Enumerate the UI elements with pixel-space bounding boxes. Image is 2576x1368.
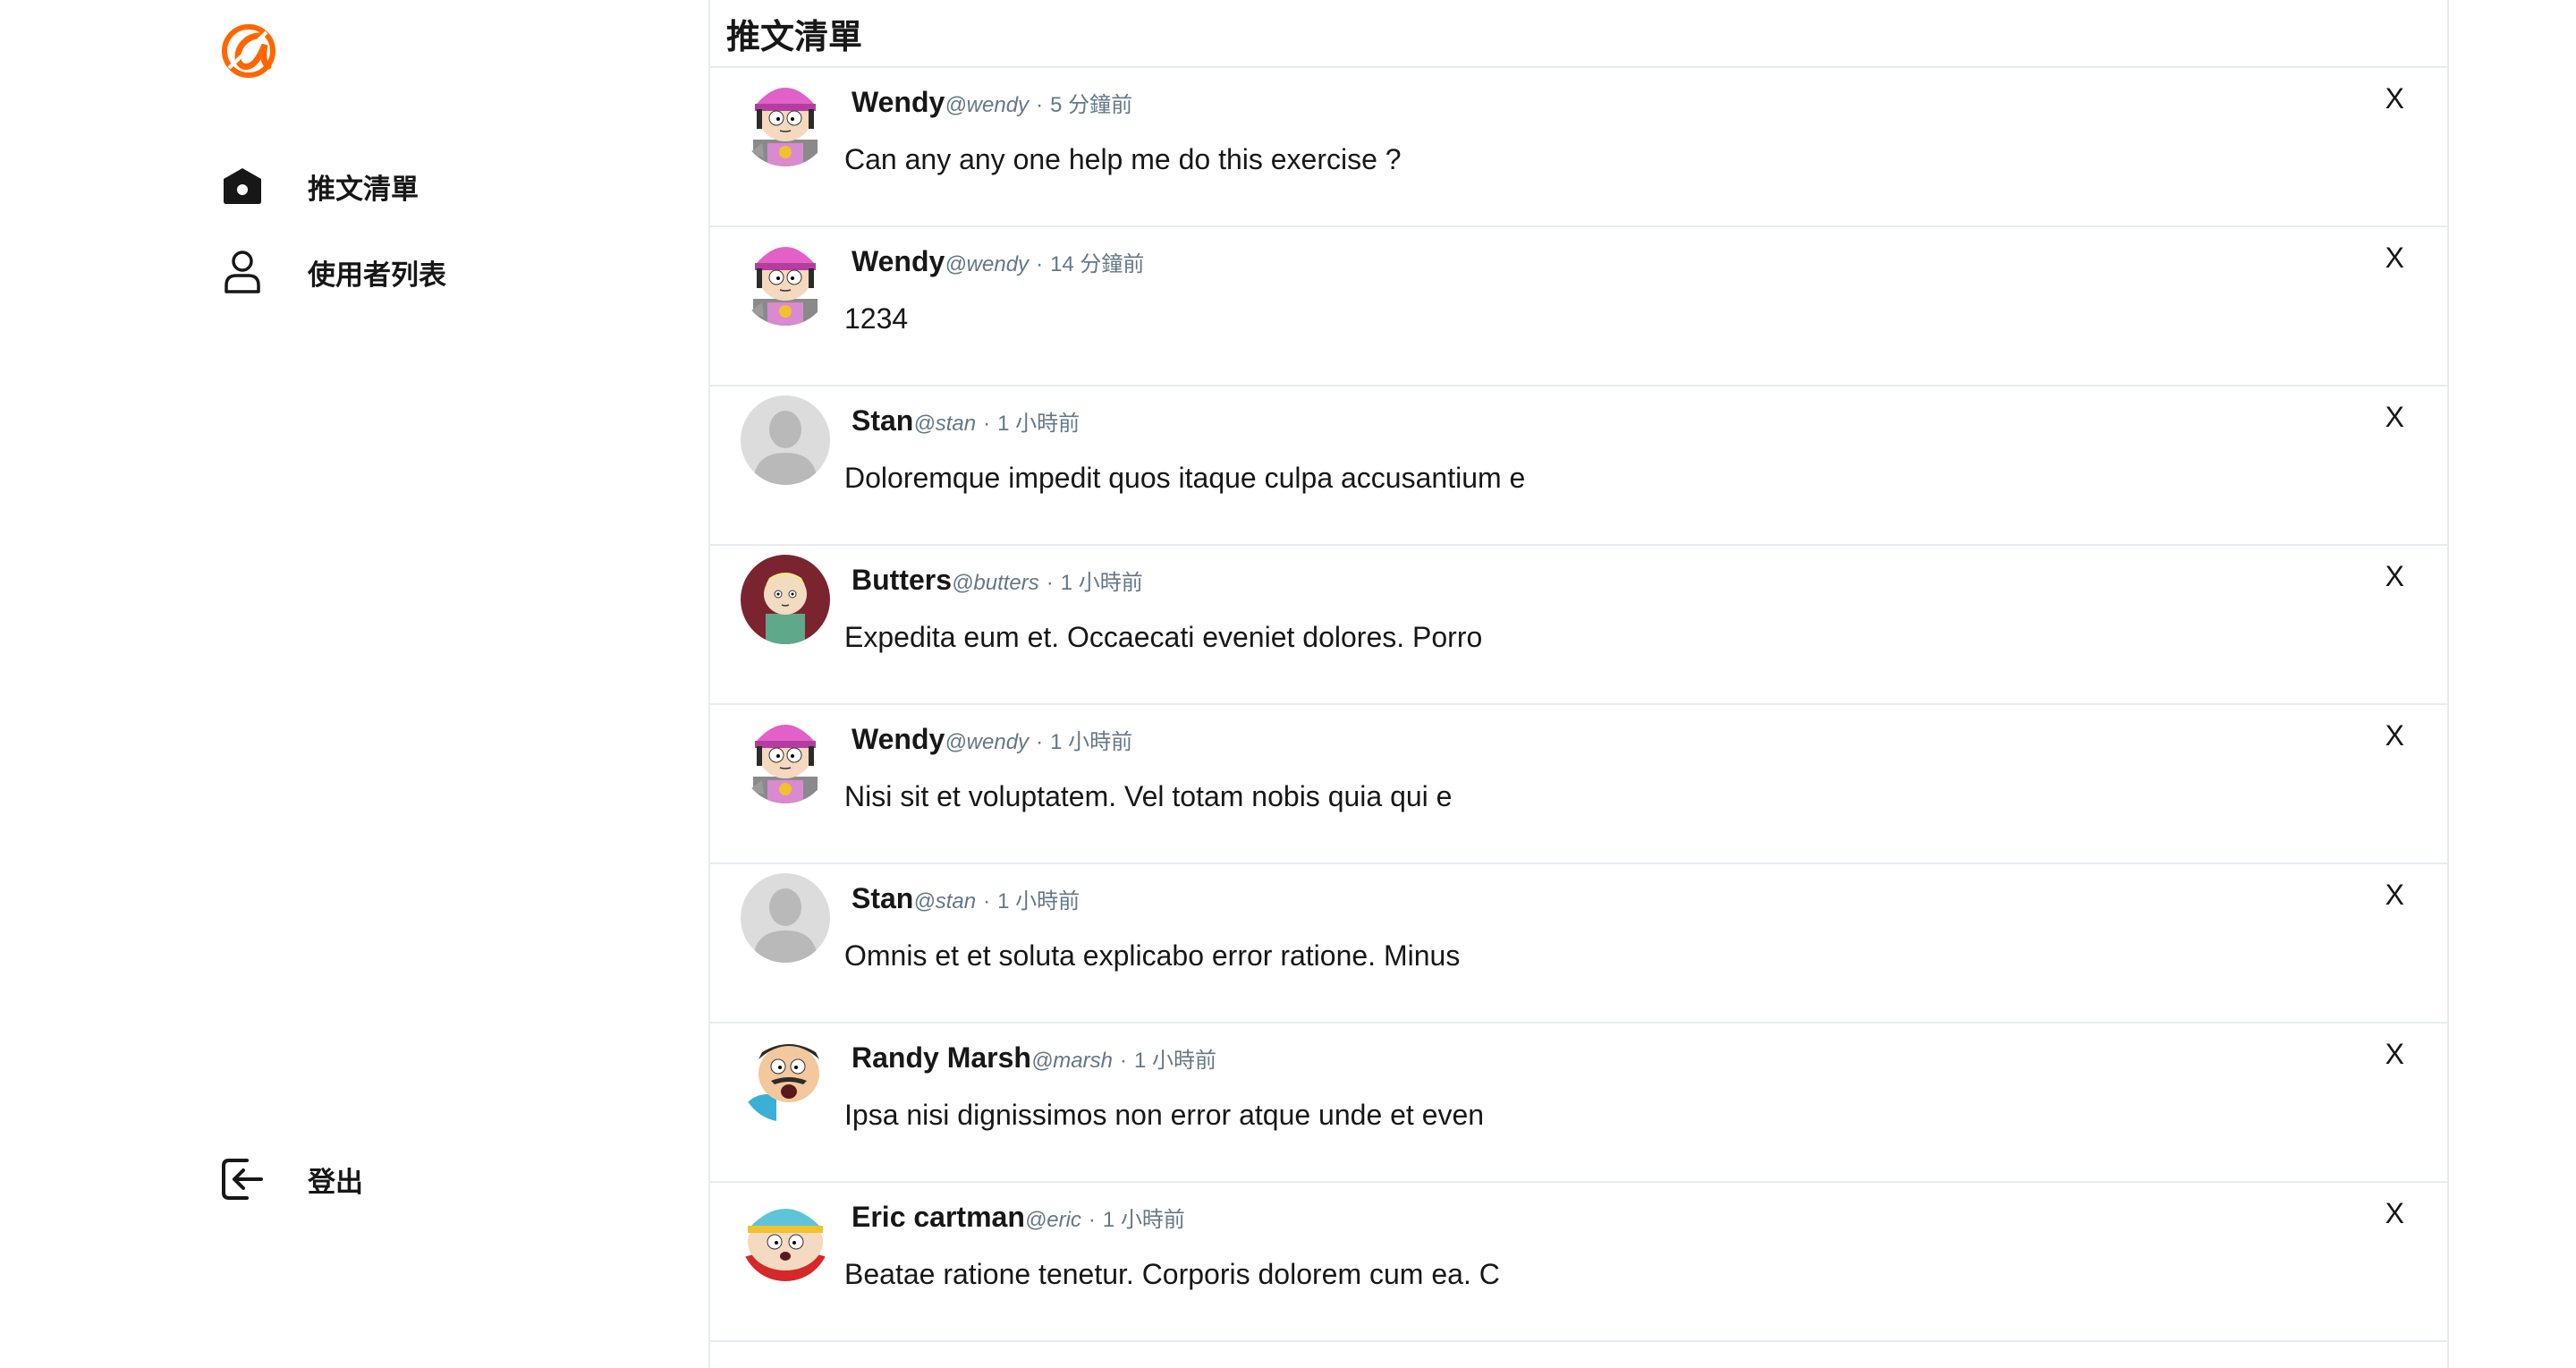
avatar[interactable] [741, 714, 830, 803]
tweet-item[interactable]: Butters @butters · 1 小時前 Expedita eum et. Oc… [710, 546, 2447, 705]
sidebar-item-tweets[interactable]: 推文清單 [220, 159, 419, 213]
delete-tweet-button[interactable]: X [2385, 242, 2404, 275]
user-name[interactable]: Stan [852, 404, 913, 438]
user-name[interactable]: Butters [852, 564, 952, 597]
meta-separator: · [983, 889, 991, 913]
meta-separator: · [1036, 93, 1044, 117]
avatar[interactable] [741, 236, 830, 326]
user-name[interactable]: Wendy [852, 723, 945, 756]
sidebar-item-label: 使用者列表 [308, 259, 446, 291]
user-handle: @stan [913, 412, 977, 436]
tweet-timestamp: 1 小時前 [1060, 571, 1143, 595]
meta-separator: · [983, 412, 991, 436]
tweet-meta: Randy Marsh @marsh · 1 小時前 [852, 1041, 1216, 1075]
tweet-text: Ipsa nisi dignissimos non error atque un… [844, 1099, 1485, 1131]
avatar[interactable] [741, 1192, 830, 1281]
meta-separator: · [1088, 1208, 1096, 1232]
tweet-item[interactable]: Wendy @wendy · 14 分鐘前 1234 X [710, 227, 2447, 387]
tweet-text: Doloremque impedit quos itaque culpa acc… [844, 462, 1526, 494]
delete-tweet-button[interactable]: X [2385, 560, 2404, 593]
tweet-timestamp: 1 小時前 [1133, 1049, 1216, 1073]
tweet-item[interactable]: Stan @stan · 1 小時前 Omnis et et soluta explic… [710, 864, 2447, 1024]
meta-separator: · [1046, 571, 1054, 595]
avatar[interactable] [741, 395, 830, 485]
tweet-meta: Wendy @wendy · 14 分鐘前 [852, 245, 1144, 278]
tweet-meta: Stan @stan · 1 小時前 [852, 882, 1080, 915]
sidebar-item-users[interactable]: 使用者列表 [220, 245, 446, 299]
tweet-text: 1234 [844, 302, 909, 335]
avatar[interactable] [741, 1032, 830, 1122]
tweet-item[interactable]: Wendy @wendy · 1 小時前 Nisi sit et voluptatem.… [710, 705, 2447, 864]
page-title: 推文清單 [726, 18, 863, 56]
avatar[interactable] [741, 77, 830, 166]
logout-label: 登出 [308, 1166, 363, 1198]
avatar[interactable] [741, 555, 830, 644]
meta-separator: · [1036, 730, 1044, 754]
user-handle: @wendy [945, 93, 1030, 117]
tweet-list-panel: 推文清單 Wendy @wendy · 5 分鐘前 Can any any one he… [708, 0, 2449, 1368]
tweet-list: Wendy @wendy · 5 分鐘前 Can any any one help me… [710, 68, 2447, 1342]
user-handle: @wendy [945, 252, 1030, 276]
home-icon [220, 164, 265, 208]
logout-icon [220, 1157, 265, 1202]
alpha-camp-logo[interactable] [222, 23, 275, 79]
tweet-item[interactable]: Randy Marsh @marsh · 1 小時前 Ipsa nisi digniss… [710, 1024, 2447, 1183]
tweet-text: Can any any one help me do this exercise… [844, 143, 1402, 175]
user-handle: @marsh [1030, 1049, 1113, 1073]
delete-tweet-button[interactable]: X [2385, 719, 2404, 752]
user-handle: @butters [952, 571, 1039, 595]
tweet-meta: Stan @stan · 1 小時前 [852, 404, 1080, 438]
avatar[interactable] [741, 873, 830, 963]
user-name[interactable]: Stan [852, 882, 913, 915]
app-root: 推文清單 使用者列表 登出 推文清單 Wendy @wendy · 5 分鐘前 … [0, 0, 2576, 1368]
user-name[interactable]: Wendy [852, 86, 945, 119]
user-handle: @wendy [945, 730, 1030, 754]
sidebar-item-label: 推文清單 [308, 173, 419, 205]
delete-tweet-button[interactable]: X [2385, 1197, 2404, 1230]
tweet-timestamp: 1 小時前 [1102, 1208, 1185, 1232]
meta-separator: · [1119, 1049, 1127, 1073]
tweet-timestamp: 1 小時前 [997, 412, 1080, 436]
tweet-meta: Wendy @wendy · 1 小時前 [852, 723, 1132, 756]
tweet-text: Beatae ratione tenetur. Corporis dolorem… [844, 1258, 1500, 1290]
user-handle: @eric [1024, 1208, 1081, 1232]
tweet-timestamp: 1 小時前 [1050, 730, 1133, 754]
delete-tweet-button[interactable]: X [2385, 1038, 2404, 1071]
tweet-meta: Butters @butters · 1 小時前 [852, 564, 1143, 597]
tweet-item[interactable]: Wendy @wendy · 5 分鐘前 Can any any one help me… [710, 68, 2447, 227]
page-header: 推文清單 [710, 0, 2447, 68]
user-icon [220, 250, 265, 294]
logout-button[interactable]: 登出 [220, 1152, 363, 1206]
delete-tweet-button[interactable]: X [2385, 401, 2404, 434]
tweet-timestamp: 14 分鐘前 [1050, 252, 1145, 276]
user-name[interactable]: Randy Marsh [852, 1041, 1031, 1075]
tweet-meta: Eric cartman @eric · 1 小時前 [852, 1201, 1185, 1234]
user-name[interactable]: Eric cartman [852, 1201, 1025, 1234]
tweet-timestamp: 1 小時前 [997, 889, 1080, 913]
delete-tweet-button[interactable]: X [2385, 879, 2404, 912]
user-name[interactable]: Wendy [852, 245, 945, 278]
tweet-item[interactable]: Stan @stan · 1 小時前 Doloremque impedit quos i… [710, 387, 2447, 546]
sidebar: 推文清單 使用者列表 登出 [0, 0, 708, 1368]
tweet-meta: Wendy @wendy · 5 分鐘前 [852, 86, 1132, 119]
tweet-timestamp: 5 分鐘前 [1050, 93, 1133, 117]
tweet-text: Omnis et et soluta explicabo error ratio… [844, 939, 1461, 972]
delete-tweet-button[interactable]: X [2385, 82, 2404, 115]
tweet-text: Nisi sit et voluptatem. Vel totam nobis … [844, 780, 1453, 812]
tweet-text: Expedita eum et. Occaecati eveniet dolor… [844, 621, 1483, 653]
user-handle: @stan [913, 889, 977, 913]
tweet-item[interactable]: Eric cartman @eric · 1 小時前 Beatae ratione te… [710, 1183, 2447, 1342]
meta-separator: · [1036, 252, 1044, 276]
